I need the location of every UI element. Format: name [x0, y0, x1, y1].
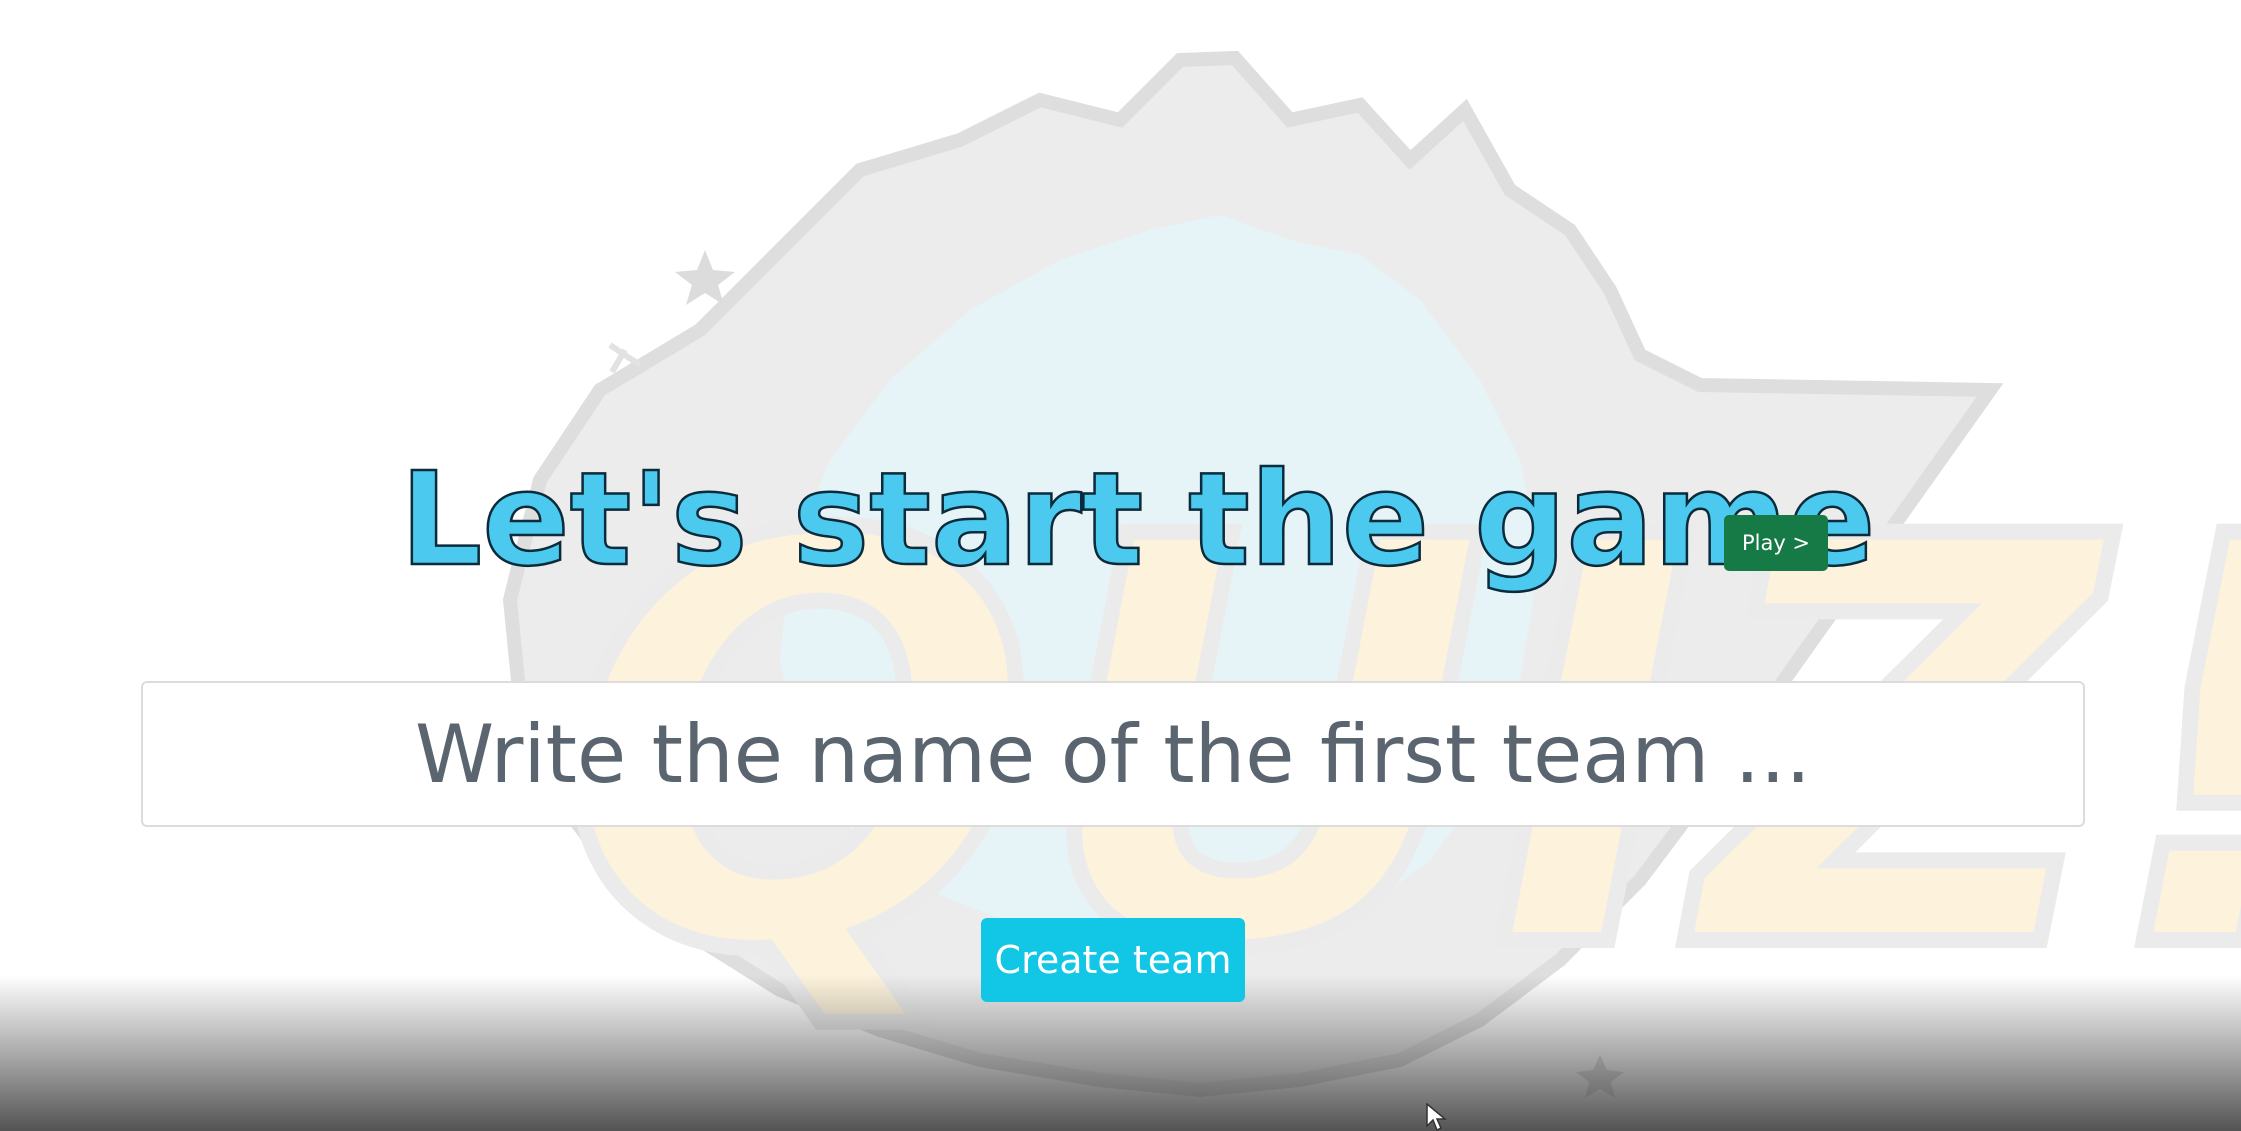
mouse-cursor-icon — [1426, 1103, 1448, 1131]
quiz-start-page: QUIZ! Let's start the game Play > Create… — [0, 0, 2241, 1131]
page-title: Let's start the game — [399, 444, 1877, 597]
team-name-input[interactable] — [141, 681, 2085, 827]
play-button[interactable]: Play > — [1724, 515, 1828, 571]
create-team-button[interactable]: Create team — [981, 918, 1245, 1002]
